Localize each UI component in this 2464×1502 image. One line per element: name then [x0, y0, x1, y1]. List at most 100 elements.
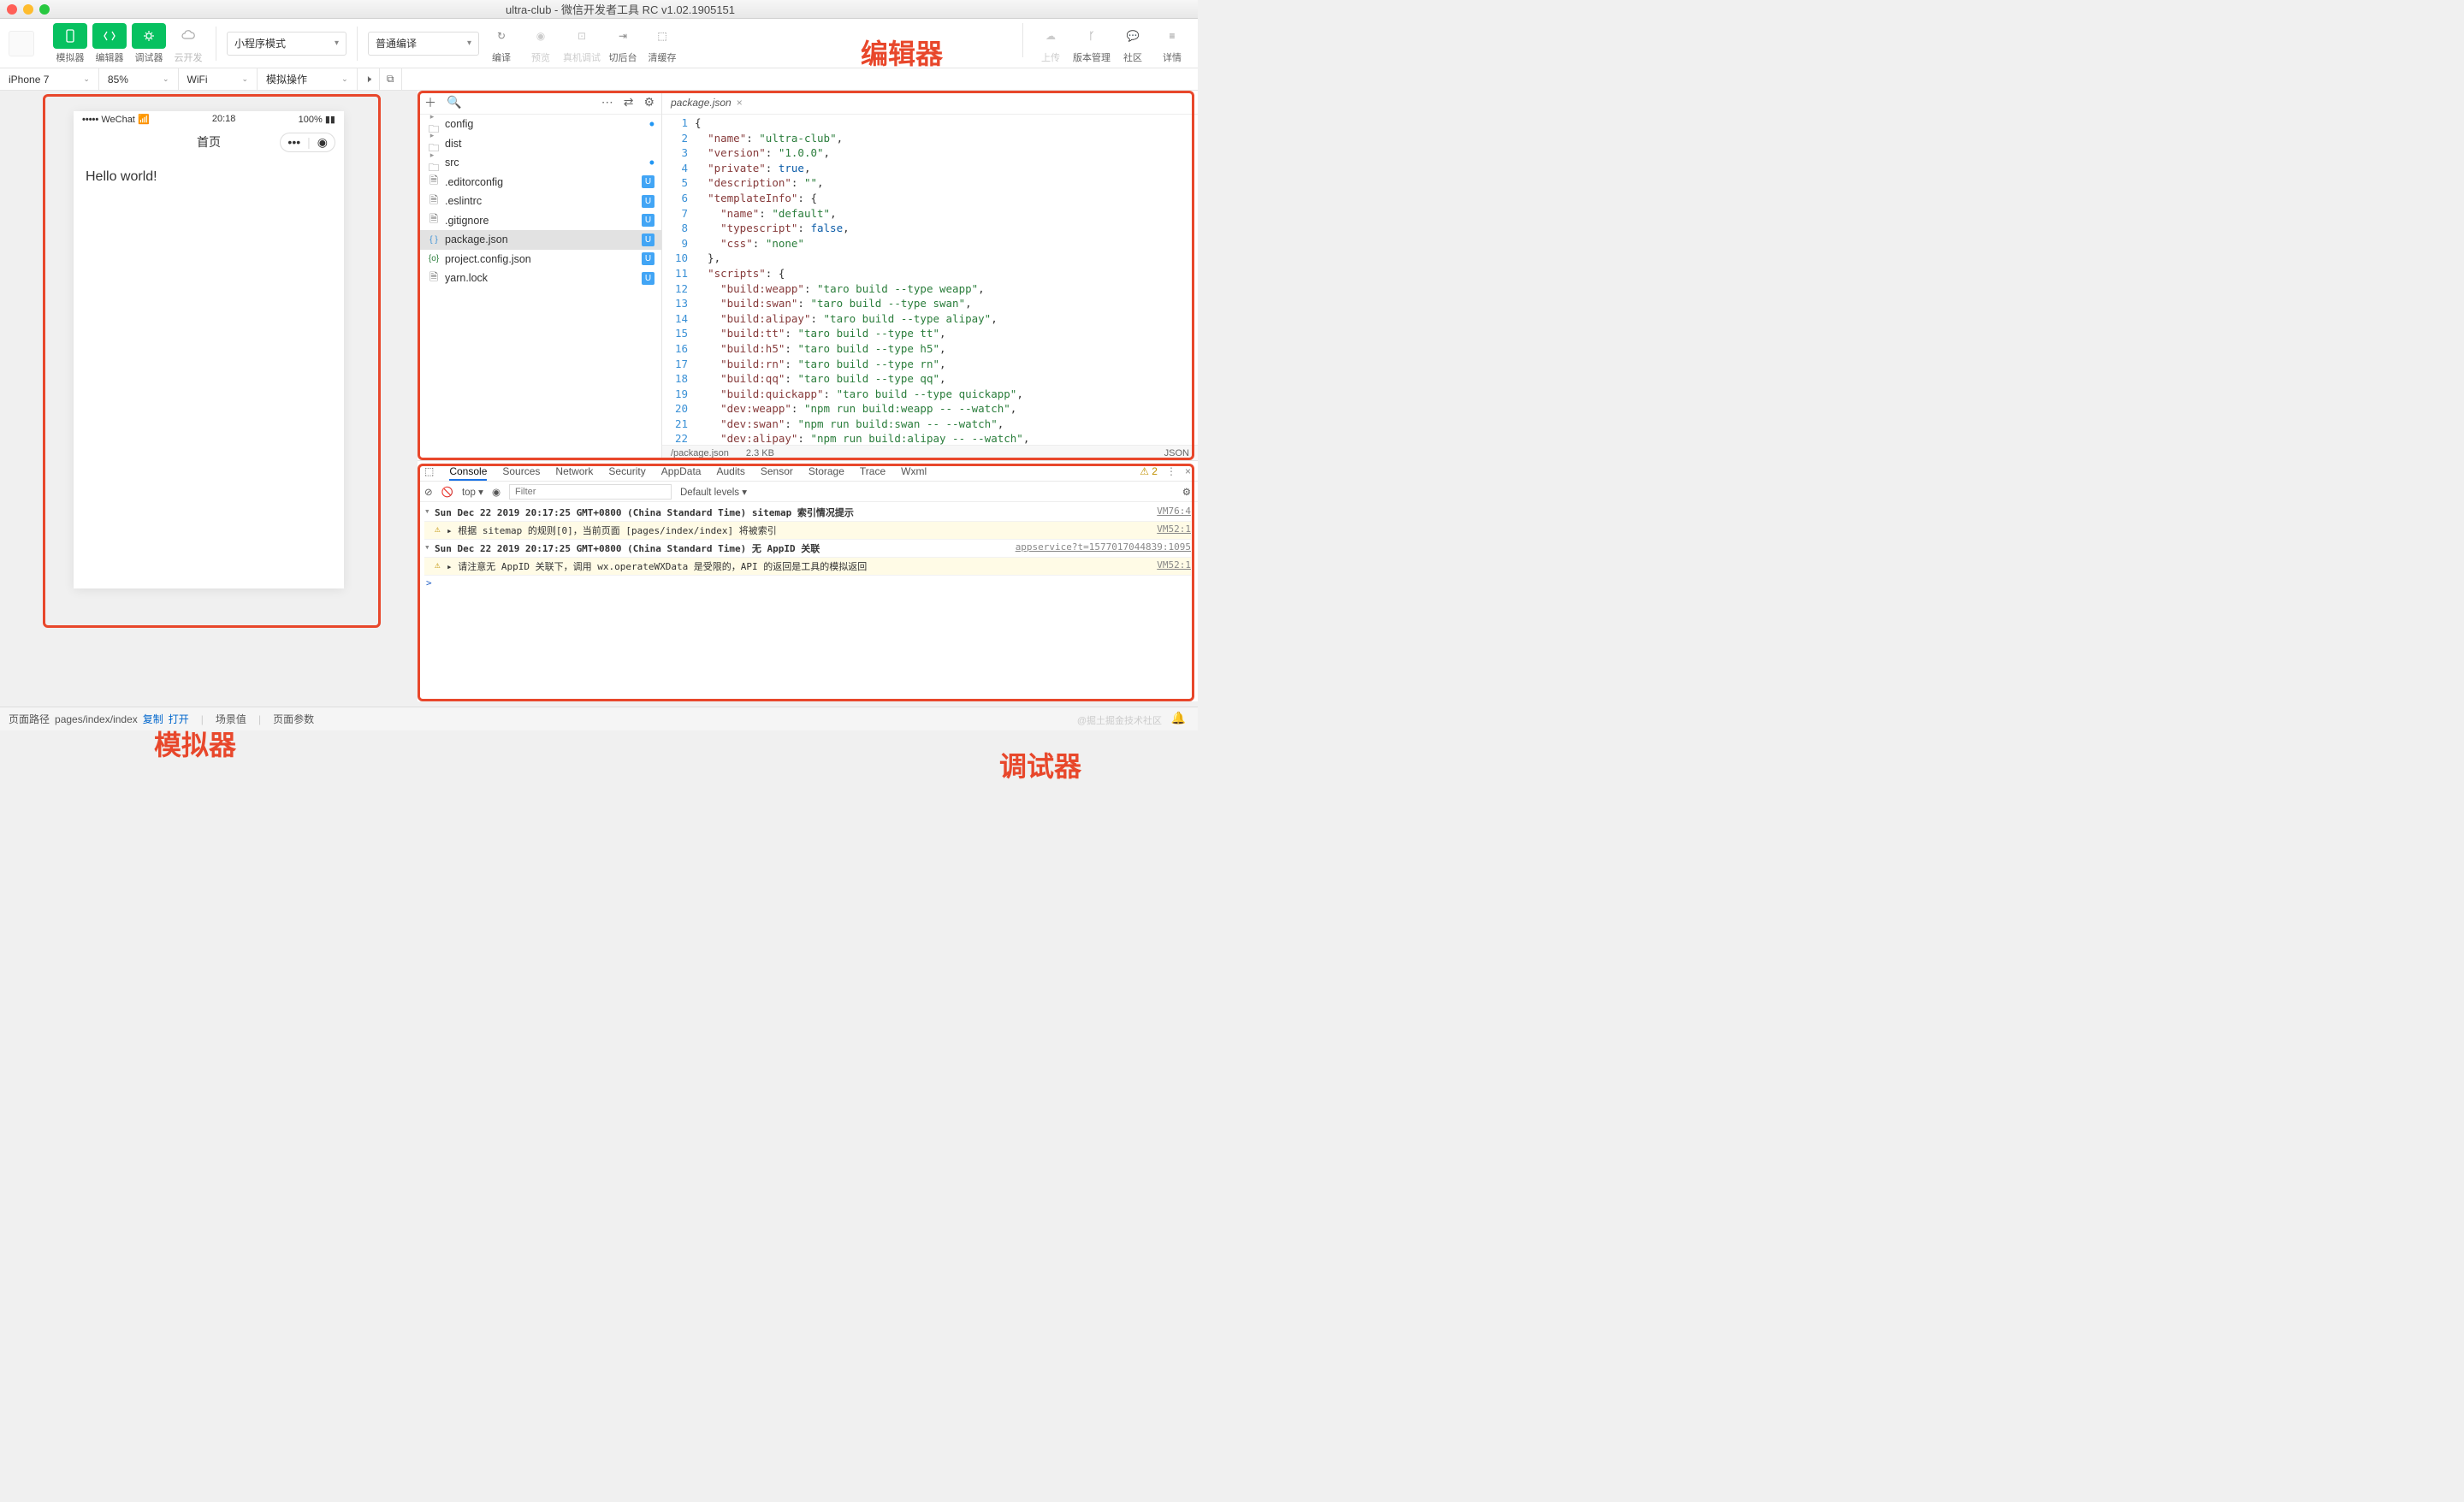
filter-input[interactable]	[509, 484, 672, 500]
chevron-down-icon: ⌄	[242, 74, 249, 84]
editor-button[interactable]	[92, 23, 127, 49]
devtools-tab-wxml[interactable]: Wxml	[901, 465, 927, 477]
editor-status-bar: /package.json 2.3 KB JSON	[662, 445, 1198, 460]
more-icon[interactable]: ⋯	[601, 95, 613, 109]
params-label[interactable]: 页面参数	[273, 712, 314, 726]
compile-button[interactable]: ↻	[484, 23, 518, 49]
vcs-button[interactable]: ᚴ	[1075, 23, 1109, 49]
minimize-icon[interactable]	[23, 4, 33, 15]
folder-item[interactable]: 🗀config•	[418, 115, 661, 134]
upload-button[interactable]: ☁	[1034, 23, 1068, 49]
code-lines: { "name": "ultra-club", "version": "1.0.…	[695, 115, 1198, 445]
file-item[interactable]: 🗎.editorconfigU	[418, 173, 661, 192]
devtools-tab-security[interactable]: Security	[608, 465, 645, 477]
phone-nav-title: 首页	[197, 133, 221, 151]
levels-select[interactable]: Default levels ▾	[680, 486, 747, 498]
console-log: ▾Sun Dec 22 2019 20:17:25 GMT+0800 (Chin…	[418, 502, 1198, 701]
file-item[interactable]: 🗎yarn.lockU	[418, 269, 661, 288]
popout-icon[interactable]: ⧉	[380, 68, 402, 90]
devtools-tab-sources[interactable]: Sources	[502, 465, 540, 477]
devtools-tab-console[interactable]: Console	[449, 465, 487, 481]
inspect-icon[interactable]: ⬚	[424, 465, 434, 477]
upload-label: 上传	[1041, 50, 1060, 64]
phone-status-bar: ••••• WeChat 📶 20:18 100% ▮▮	[74, 111, 344, 127]
background-button[interactable]: ⇥	[606, 23, 640, 49]
devtools-tab-sensor[interactable]: Sensor	[761, 465, 793, 477]
phone-capsule[interactable]: ••• | ◉	[280, 133, 335, 152]
cloud-button[interactable]	[171, 23, 205, 49]
zoom-select[interactable]: 85%⌄	[99, 68, 179, 90]
phone-carrier: ••••• WeChat 📶	[82, 114, 150, 125]
details-label: 详情	[1163, 50, 1182, 64]
cache-button[interactable]: ⬚	[645, 23, 679, 49]
eye-icon[interactable]: ◉	[492, 486, 500, 498]
mode-select[interactable]: 小程序模式▾	[227, 32, 346, 56]
target-icon[interactable]: ◉	[317, 135, 328, 150]
window-title: ultra-club - 微信开发者工具 RC v1.02.1905151	[50, 1, 1191, 17]
file-item[interactable]: {o}project.config.jsonU	[418, 250, 661, 269]
action-select[interactable]: 模拟操作⌄	[258, 68, 358, 90]
simulator-button[interactable]	[53, 23, 87, 49]
close-icon[interactable]: ×	[737, 97, 743, 109]
log-row[interactable]: ⚠ ▸ 根据 sitemap 的规则[0]，当前页面 [pages/index/…	[424, 522, 1191, 540]
phone-battery: 100% ▮▮	[299, 114, 335, 125]
log-row[interactable]: ⚠ ▸ 请注意无 AppID 关联下，调用 wx.operateWXData 是…	[424, 558, 1191, 576]
close-icon[interactable]	[7, 4, 17, 15]
add-icon[interactable]: ＋	[424, 94, 436, 111]
settings-icon[interactable]: ⚙	[643, 95, 654, 109]
stop-icon[interactable]: ⊘	[424, 486, 433, 498]
line-gutter: 12345678910111213141516171819202122	[662, 115, 695, 445]
device-select[interactable]: iPhone 7⌄	[0, 68, 99, 90]
devtools-tab-network[interactable]: Network	[555, 465, 593, 477]
path-label: 页面路径	[9, 712, 50, 726]
network-select[interactable]: WiFi⌄	[179, 68, 258, 90]
tab-package-json[interactable]: package.json ×	[671, 97, 743, 109]
devtools-tab-appdata[interactable]: AppData	[661, 465, 702, 477]
gear-icon[interactable]: ⚙	[1182, 486, 1191, 498]
details-button[interactable]: ≡	[1155, 23, 1189, 49]
bell-icon[interactable]: 🔔	[1171, 711, 1186, 725]
collapse-icon[interactable]: ⇄	[624, 95, 634, 109]
devtools-tab-trace[interactable]: Trace	[860, 465, 886, 477]
devtools-tab-storage[interactable]: Storage	[808, 465, 844, 477]
folder-item[interactable]: 🗀dist	[418, 134, 661, 154]
context-select[interactable]: top ▾	[462, 486, 483, 498]
clear-icon[interactable]: 🚫	[441, 486, 453, 498]
more-icon[interactable]: ⋮	[1166, 465, 1176, 477]
search-icon[interactable]: 🔍	[447, 95, 461, 109]
log-row[interactable]: ▾Sun Dec 22 2019 20:17:25 GMT+0800 (Chin…	[424, 504, 1191, 522]
phone-time: 20:18	[212, 114, 236, 124]
devtools-tab-audits[interactable]: Audits	[716, 465, 744, 477]
log-row[interactable]: ▾Sun Dec 22 2019 20:17:25 GMT+0800 (Chin…	[424, 540, 1191, 558]
more-icon[interactable]: •••	[287, 135, 300, 149]
open-link[interactable]: 打开	[169, 712, 189, 726]
maximize-icon[interactable]	[39, 4, 50, 15]
remote-debug-button[interactable]: ⊡	[565, 23, 599, 49]
chevron-down-icon: ▾	[335, 38, 339, 48]
community-button[interactable]: 💬	[1116, 23, 1150, 49]
chevron-down-icon: ⌄	[341, 74, 348, 84]
file-list: 🗀config•🗀dist🗀src•🗎.editorconfigU🗎.eslin…	[418, 115, 661, 460]
compile-select[interactable]: 普通编译▾	[368, 32, 479, 56]
remote-label: 真机调试	[563, 50, 601, 64]
close-icon[interactable]: ×	[1185, 465, 1191, 477]
chevron-down-icon: ⌄	[163, 74, 169, 84]
wifi-icon: 📶	[138, 115, 150, 125]
editor-pane: ＋ 🔍 ⋯ ⇄ ⚙ 🗀config•🗀dist🗀src•🗎.editorconf…	[418, 91, 1198, 460]
file-item[interactable]: 🗎.eslintrcU	[418, 192, 661, 211]
warning-count[interactable]: ⚠ 2	[1140, 465, 1158, 477]
preview-button[interactable]: ◉	[524, 23, 558, 49]
status-path: /package.json	[671, 448, 729, 458]
file-item[interactable]: 🗎.gitignoreU	[418, 211, 661, 231]
vcs-label: 版本管理	[1073, 50, 1111, 64]
file-item[interactable]: { }package.jsonU	[418, 230, 661, 250]
copy-link[interactable]: 复制	[143, 712, 163, 726]
code-view[interactable]: 12345678910111213141516171819202122 { "n…	[662, 115, 1198, 445]
folder-item[interactable]: 🗀src•	[418, 153, 661, 173]
scene-label[interactable]: 场景值	[216, 712, 246, 726]
mute-icon[interactable]: 🕨	[358, 68, 380, 90]
debugger-button[interactable]	[132, 23, 166, 49]
watermark: @掘土掘金技术社区	[1077, 713, 1162, 727]
title-bar: ultra-club - 微信开发者工具 RC v1.02.1905151	[0, 0, 1198, 19]
background-label: 切后台	[609, 50, 637, 64]
